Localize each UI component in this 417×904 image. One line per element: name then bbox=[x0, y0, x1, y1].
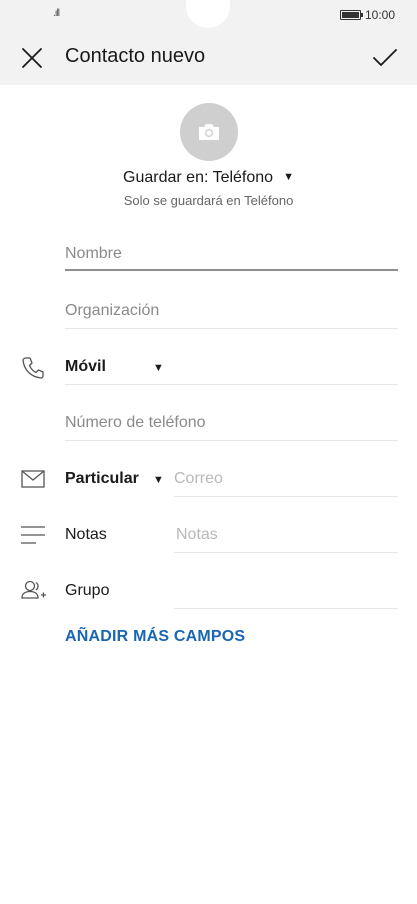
add-photo-button[interactable] bbox=[180, 103, 238, 161]
status-bar-right: 10:00 bbox=[339, 8, 395, 22]
email-input[interactable] bbox=[174, 470, 398, 488]
close-icon bbox=[22, 48, 42, 68]
email-type-dropdown-icon[interactable]: ▼ bbox=[153, 474, 164, 486]
add-more-fields-button[interactable]: AÑADIR MÁS CAMPOS bbox=[65, 628, 245, 646]
notes-icon bbox=[21, 526, 45, 544]
phone-type-divider bbox=[65, 384, 398, 385]
phone-type-dropdown-icon[interactable]: ▼ bbox=[153, 362, 164, 374]
phone-number-input[interactable] bbox=[65, 414, 398, 432]
group-label[interactable]: Grupo bbox=[65, 582, 109, 600]
name-input[interactable] bbox=[65, 245, 398, 263]
phone-icon bbox=[22, 357, 44, 379]
name-underline bbox=[65, 269, 398, 271]
save-location-selector[interactable]: Guardar en: Teléfono ▼ bbox=[0, 169, 417, 187]
battery-icon bbox=[339, 10, 363, 20]
mail-icon bbox=[21, 470, 45, 488]
phone-divider bbox=[65, 440, 398, 441]
camera-notch bbox=[186, 0, 230, 28]
group-icon bbox=[21, 580, 46, 599]
email-divider bbox=[174, 496, 398, 497]
notes-input[interactable] bbox=[176, 526, 398, 544]
page-title: Contacto nuevo bbox=[65, 45, 206, 67]
organization-divider bbox=[65, 328, 398, 329]
organization-field-wrap bbox=[65, 302, 398, 320]
check-icon bbox=[373, 49, 397, 66]
save-contact-button[interactable] bbox=[371, 44, 399, 72]
email-type-selector[interactable]: Particular bbox=[65, 470, 139, 488]
camera-icon bbox=[199, 124, 219, 140]
phone-field-wrap bbox=[65, 414, 398, 432]
dropdown-arrow-icon: ▼ bbox=[283, 171, 294, 183]
status-time: 10:00 bbox=[364, 8, 395, 22]
save-location-note: Solo se guardará en Teléfono bbox=[123, 193, 294, 208]
save-location-label: Guardar en: Teléfono bbox=[123, 169, 274, 186]
group-divider bbox=[174, 608, 398, 609]
top-bar: .ıll 10:00 Contacto nuevo bbox=[0, 0, 417, 85]
phone-type-selector[interactable]: Móvil bbox=[65, 358, 106, 376]
organization-input[interactable] bbox=[65, 302, 398, 320]
notes-label: Notas bbox=[65, 526, 107, 543]
signal-icon: .ıll bbox=[53, 8, 60, 19]
name-field-wrap bbox=[65, 245, 398, 263]
notes-divider bbox=[174, 552, 398, 553]
close-button[interactable] bbox=[18, 44, 46, 72]
